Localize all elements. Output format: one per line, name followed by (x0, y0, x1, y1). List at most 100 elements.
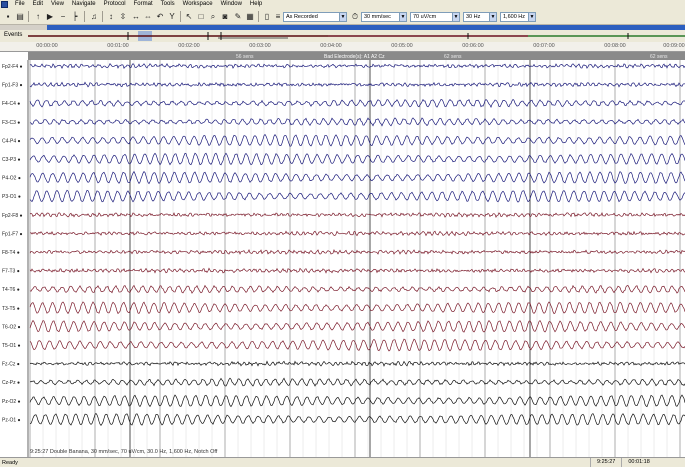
sensitivity-select-value: 70 uV/cm (413, 14, 437, 20)
cursor-icon[interactable]: ↖ (184, 11, 194, 22)
annotation-epoch-left: 56 sens (236, 54, 254, 60)
low-frequency-select-value: 30 Hz (466, 14, 481, 20)
status-clock-time: 9:25:27 (590, 458, 621, 467)
menu-view[interactable]: View (47, 0, 68, 9)
arrow-up-icon[interactable]: ↑ (33, 11, 43, 22)
menu-help[interactable]: Help (246, 0, 266, 9)
toolbar-separator (102, 11, 103, 22)
status-elapsed-time: 00:01:18 (621, 458, 655, 467)
save-icon[interactable]: ▪ (3, 11, 13, 22)
channel-label: T3-T5 ● (2, 306, 20, 312)
menu-file[interactable]: File (11, 0, 29, 9)
toolbar: ▪ ▤ ↑ ▶ − ┝ ♫ ↕ ⇳ ↔ ⇔ ↶ Y ↖ □ ⌕ ◙ ✎ ▦ ▯ … (0, 9, 685, 25)
camera-icon[interactable]: ◙ (220, 11, 230, 22)
montage-select[interactable]: As Recorded ▼ (283, 12, 347, 22)
channel-label: F7-T3 ● (2, 269, 20, 275)
toolbar-separator (258, 11, 259, 22)
channel-label: Cz-Pz ● (2, 380, 20, 386)
horizontal-compress-icon[interactable]: ⇔ (143, 11, 153, 22)
vertical-compress-icon[interactable]: ⇳ (118, 11, 128, 22)
menu-navigate[interactable]: Navigate (68, 0, 100, 9)
toolbar-separator (180, 11, 181, 22)
sensitivity-select[interactable]: 70 uV/cm ▼ (410, 12, 460, 22)
time-tick: 00:07:00 (533, 43, 555, 49)
time-tick: 00:02:00 (178, 43, 200, 49)
grid-icon[interactable]: ▦ (245, 11, 255, 22)
minus-icon[interactable]: − (58, 11, 68, 22)
timebase-select[interactable]: 30 mm/sec ▼ (361, 12, 407, 22)
menu-workspace[interactable]: Workspace (179, 0, 217, 9)
play-icon[interactable]: ▶ (45, 11, 55, 22)
toolbar-separator (84, 11, 85, 22)
menu-edit[interactable]: Edit (29, 0, 47, 9)
montage-icon[interactable]: ≡ (273, 11, 283, 22)
channel-waveform (29, 81, 685, 88)
time-tick: 00:04:00 (320, 43, 342, 49)
zoom-icon[interactable]: ⌕ (208, 11, 218, 22)
channel-label: P3-O1 ● (2, 194, 21, 200)
channel-label: T5-O1 ● (2, 343, 21, 349)
annotate-icon[interactable]: ✎ (233, 11, 243, 22)
time-tick: 00:05:00 (391, 43, 413, 49)
grid-lines (29, 60, 681, 457)
menu-window[interactable]: Window (217, 0, 246, 9)
channel-waveform (29, 360, 685, 367)
trace-footer-info: 9:25:27 Double Banana, 30 mm/sec, 70 uV/… (30, 449, 218, 455)
time-tick: 00:09:00 (663, 43, 685, 49)
time-tick: 00:08:00 (604, 43, 626, 49)
chevron-down-icon[interactable]: ▼ (339, 13, 346, 21)
horizontal-expand-icon[interactable]: ↔ (131, 11, 141, 22)
timebase-select-value: 30 mm/sec (364, 14, 391, 20)
chevron-down-icon[interactable]: ▼ (399, 13, 406, 21)
eeg-traces[interactable]: 56 sens Bad Electrode(s): A1 A2 Cz 62 se… (0, 52, 685, 457)
channel-waveform (29, 189, 685, 203)
time-tick: 00:06:00 (462, 43, 484, 49)
high-frequency-select-value: 1,600 Hz (503, 14, 526, 20)
events-label: Events (4, 32, 23, 38)
menu-protocol[interactable]: Protocol (100, 0, 130, 9)
timebase-icon: ⏱ (351, 11, 359, 21)
time-tick: 00:03:00 (249, 43, 271, 49)
low-frequency-select[interactable]: 30 Hz ▼ (463, 12, 497, 22)
vertical-expand-icon[interactable]: ↕ (106, 11, 116, 22)
print-icon[interactable]: ▤ (15, 11, 25, 22)
undo-icon[interactable]: ↶ (155, 11, 165, 22)
channel-waveform (29, 170, 685, 185)
channel-label: P4-O2 ● (2, 176, 21, 182)
chevron-down-icon[interactable]: ▼ (528, 13, 535, 21)
channel-waveform (29, 212, 685, 218)
channel-waveform (29, 117, 685, 127)
status-ready: Ready (2, 459, 18, 466)
channel-label: Fp2-F8 ● (2, 213, 23, 219)
montage-select-value: As Recorded (286, 14, 318, 20)
chevron-down-icon[interactable]: ▼ (452, 13, 459, 21)
channel-label: Fp2-F4 ● (2, 64, 23, 70)
channel-label: Fp1-F3 ● (2, 83, 23, 89)
annotation-epoch-far-right: 62 sens (650, 54, 668, 60)
filter-icon[interactable]: Y (167, 11, 177, 22)
channel-waveform (29, 394, 685, 408)
rectangle-select-icon[interactable]: □ (196, 11, 206, 22)
channel-label: F4-C4 ● (2, 101, 20, 107)
marker-line-icon[interactable]: ┝ (70, 11, 80, 22)
channel-labels: Fp2-F4 ● Fp1-F3 ● F4-C4 ● F3-C3 ● C4-P4 ● C3-… (2, 64, 23, 423)
channel-waveform (29, 319, 685, 333)
chevron-down-icon[interactable]: ▼ (489, 13, 496, 21)
clipboard-icon[interactable]: ▯ (262, 11, 272, 22)
channel-waveform (29, 338, 685, 352)
channel-waveform (29, 301, 685, 315)
toolbar-separator (28, 11, 29, 22)
events-timeline[interactable] (28, 30, 685, 42)
menu-tools[interactable]: Tools (157, 0, 179, 9)
channel-waveforms (29, 62, 685, 426)
music-note-icon[interactable]: ♫ (89, 11, 99, 22)
channel-waveform (29, 98, 685, 109)
app-icon[interactable] (1, 1, 8, 8)
high-frequency-select[interactable]: 1,600 Hz ▼ (500, 12, 536, 22)
channel-waveform (29, 377, 685, 387)
annotation-bad-electrodes: Bad Electrode(s): A1 A2 Cz (324, 54, 385, 60)
channel-waveform (29, 230, 685, 237)
menu-bar: File Edit View Navigate Protocol Format … (0, 0, 685, 9)
menu-format[interactable]: Format (130, 0, 157, 9)
eeg-trace-panel[interactable]: 56 sens Bad Electrode(s): A1 A2 Cz 62 se… (0, 52, 685, 457)
